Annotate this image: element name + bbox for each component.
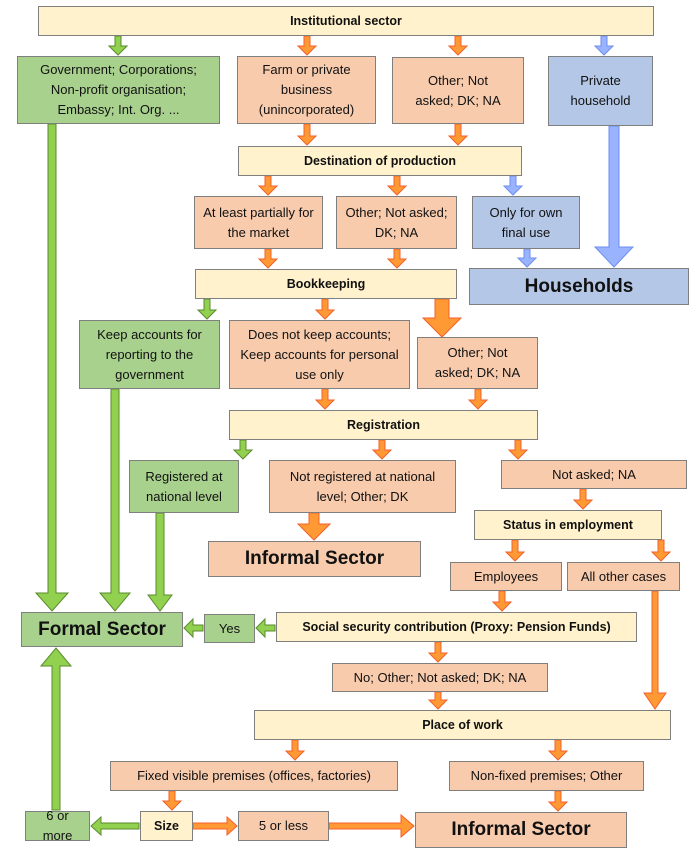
arrow-dest-to-own-use (502, 175, 524, 196)
arrow-other-to-bookkeeping (386, 248, 408, 269)
arrow-inst-to-household (593, 35, 615, 56)
node-non-fixed-premises: Non-fixed premises; Other (449, 761, 644, 791)
node-informal-sector-1: Informal Sector (208, 541, 421, 577)
node-no-accounts: Does not keep accounts; Keep accounts fo… (229, 320, 410, 389)
arrow-fixed-to-size (161, 790, 183, 811)
arrow-employees-to-social (491, 590, 513, 612)
node-bookkeeping: Bookkeeping (195, 269, 457, 299)
node-other-bookkeeping: Other; Not asked; DK; NA (417, 337, 538, 389)
arrow-yes-to-formal (183, 617, 204, 639)
arrow-book-to-no-accounts (314, 298, 336, 320)
node-size: Size (140, 811, 193, 841)
arrow-book-to-keep-gov (196, 298, 218, 320)
arrow-social-to-no-other (427, 641, 449, 663)
node-social-security: Social security contribution (Proxy: Pen… (276, 612, 637, 642)
arrow-five-to-informal (328, 813, 415, 839)
arrow-dest-to-market (257, 175, 279, 196)
node-status-in-employment: Status in employment (474, 510, 662, 540)
arrow-no-accounts-to-registration (314, 388, 336, 410)
node-informal-sector-2: Informal Sector (415, 812, 627, 848)
node-fixed-premises: Fixed visible premises (offices, factori… (110, 761, 398, 791)
arrow-place-to-non-fixed (547, 739, 569, 761)
arrow-size-to-six (90, 815, 140, 837)
arrow-six-to-formal (39, 647, 73, 811)
arrow-non-fixed-to-informal (547, 790, 569, 812)
node-six-or-more: 6 or more (25, 808, 90, 843)
node-keep-accounts-government: Keep accounts for reporting to the gover… (79, 320, 220, 389)
arrow-status-to-employees (504, 539, 526, 562)
arrow-social-to-yes (255, 617, 276, 639)
node-registration: Registration (229, 410, 538, 440)
arrow-all-other-to-place (643, 590, 667, 710)
node-no-other: No; Other; Not asked; DK; NA (332, 663, 548, 692)
arrow-government-to-formal (34, 123, 70, 612)
node-households: Households (469, 268, 689, 305)
arrow-book-to-other (421, 298, 463, 338)
arrow-no-other-to-place (427, 691, 449, 710)
node-government: Government; Corporations; Non-profit org… (17, 56, 220, 124)
node-other-institutional: Other; Not asked; DK; NA (392, 57, 524, 124)
node-farm-business: Farm or private business (unincorporated… (237, 56, 376, 124)
arrow-inst-to-farm (296, 35, 318, 56)
node-not-asked-registration: Not asked; NA (501, 460, 687, 489)
arrow-size-to-five (192, 815, 238, 837)
arrow-household-to-households (593, 125, 635, 268)
node-yes: Yes (204, 614, 255, 643)
arrow-not-registered-to-informal (296, 512, 332, 541)
arrow-not-asked-to-status (572, 488, 594, 510)
node-own-final-use: Only for own final use (472, 196, 580, 249)
node-other-destination: Other; Not asked; DK; NA (336, 196, 457, 249)
arrow-reg-to-registered (232, 439, 254, 460)
node-destination-of-production: Destination of production (238, 146, 522, 176)
arrow-inst-to-other (447, 35, 469, 56)
arrow-dest-to-other (386, 175, 408, 196)
arrow-registered-to-formal (147, 512, 173, 612)
node-registered: Registered at national level (129, 460, 239, 513)
node-institutional-sector: Institutional sector (38, 6, 654, 36)
arrow-market-to-bookkeeping (257, 248, 279, 269)
arrow-own-use-to-households (516, 248, 538, 268)
node-place-of-work: Place of work (254, 710, 671, 740)
node-five-or-less: 5 or less (238, 811, 329, 841)
arrow-status-to-all-other (650, 539, 672, 562)
node-private-household: Private household (548, 56, 653, 126)
arrow-reg-to-not-registered (371, 439, 393, 460)
arrow-farm-to-destination (296, 123, 318, 146)
arrow-keep-gov-to-formal (98, 388, 132, 612)
node-formal-sector: Formal Sector (21, 612, 183, 647)
arrow-inst-to-government (107, 35, 129, 56)
node-all-other-cases: All other cases (567, 562, 680, 591)
arrow-reg-to-not-asked (507, 439, 529, 460)
arrow-other-to-registration (467, 388, 489, 410)
arrow-place-to-fixed (284, 739, 306, 761)
arrow-other-to-destination (447, 123, 469, 146)
node-employees: Employees (450, 562, 562, 591)
node-not-registered: Not registered at national level; Other;… (269, 460, 456, 513)
node-market: At least partially for the market (194, 196, 323, 249)
